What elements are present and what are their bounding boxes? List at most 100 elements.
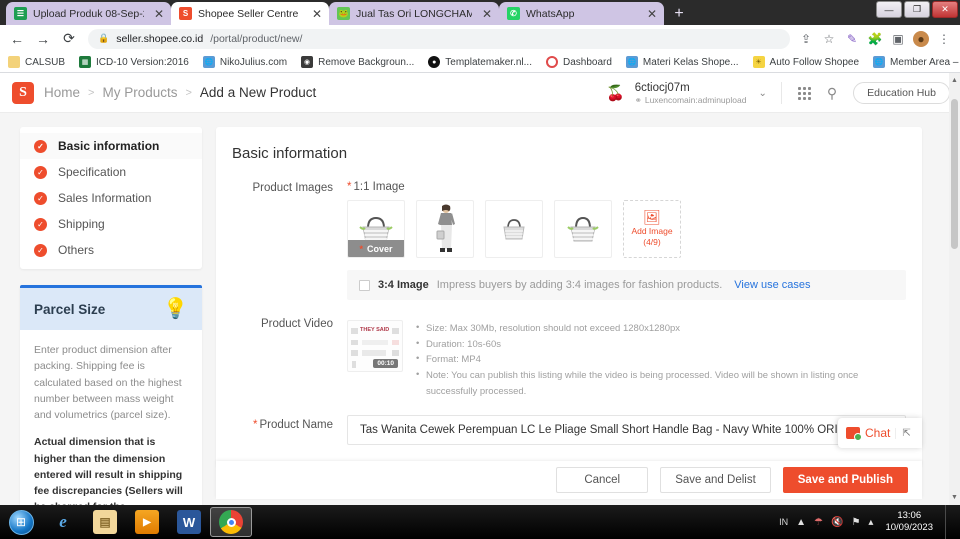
scrollbar-thumb[interactable] — [951, 99, 958, 249]
product-name-input[interactable]: Tas Wanita Cewek Perempuan LC Le Pliage … — [347, 415, 906, 446]
bookmark-icd10[interactable]: ▦ ICD-10 Version:2016 — [79, 56, 189, 68]
main-panel: Basic information Product Images * 1:1 Im… — [216, 127, 922, 467]
sidebar-item-label: Others — [58, 243, 95, 257]
product-name-label: * Product Name — [232, 415, 347, 445]
parcel-size-tip-card: Parcel Size 💡 Enter product dimension af… — [20, 285, 202, 505]
video-duration-badge: 00:10 — [373, 359, 398, 368]
chat-expand-icon[interactable]: ⇱ — [895, 427, 911, 439]
sidebar-item-label: Basic information — [58, 139, 160, 153]
browser-tab-longchamp[interactable]: 🐸 Jual Tas Ori LONGCHAM Le Pliag ✕ — [329, 2, 499, 25]
network-error-icon[interactable]: ⚑ — [851, 517, 860, 528]
view-use-cases-link[interactable]: View use cases — [734, 279, 810, 291]
browser-tab-sheets[interactable]: ☰ Upload Produk 08-Sep-2023.xlsx ✕ — [6, 2, 171, 25]
tab-close-icon[interactable]: ✕ — [150, 8, 164, 20]
taskbar-file-explorer[interactable]: ▤ — [84, 507, 126, 537]
back-icon[interactable]: ← — [6, 28, 28, 50]
media-player-icon: ▶ — [135, 510, 159, 534]
three-four-checkbox[interactable] — [359, 279, 370, 291]
maximize-button[interactable]: ❐ — [904, 1, 930, 18]
clock[interactable]: 13:06 10/09/2023 — [881, 510, 937, 534]
tray-chevron-icon[interactable]: ▲ — [796, 517, 806, 528]
breadcrumb-home[interactable]: Home — [44, 85, 80, 100]
header-divider — [780, 82, 782, 104]
add-image-count: (4/9) — [643, 237, 661, 247]
antivirus-icon[interactable]: ☂ — [814, 517, 823, 528]
reload-icon[interactable]: ⟳ — [58, 28, 80, 50]
sidebar-item-basic-information[interactable]: ✓ Basic information — [20, 133, 202, 159]
taskbar-chrome[interactable] — [210, 507, 252, 537]
url-path: /portal/product/new/ — [210, 32, 303, 45]
chevron-down-icon[interactable]: ⌄ — [746, 88, 780, 99]
bookmark-materi-kelas[interactable]: 🌐 Materi Kelas Shope... — [625, 56, 739, 68]
window-controls: — ❐ ✕ — [876, 1, 958, 18]
start-button[interactable]: ⊞ — [0, 507, 42, 537]
product-image-thumbnails: * Cover 🖼 Add Image (4/9) — [347, 200, 906, 258]
minimize-button[interactable]: — — [876, 1, 902, 18]
signal-icon[interactable]: ▴ — [868, 517, 873, 528]
page-scrollbar[interactable]: ▲ ▼ — [949, 73, 960, 505]
show-desktop-button[interactable] — [945, 505, 954, 539]
bell-icon[interactable]: ⚲ — [827, 85, 837, 102]
education-hub-button[interactable]: Education Hub — [853, 82, 950, 104]
forward-icon[interactable]: → — [32, 28, 54, 50]
apps-grid-icon[interactable] — [797, 86, 811, 100]
sidebar: ✓ Basic information ✓ Specification ✓ Sa… — [20, 127, 202, 505]
bookmark-nikojulius[interactable]: 🌐 NikoJulius.com — [202, 56, 287, 68]
new-tab-button[interactable]: + — [666, 3, 692, 25]
sidepanel-icon[interactable]: ▣ — [890, 31, 906, 47]
scroll-down-icon[interactable]: ▼ — [949, 491, 960, 504]
bookmark-star-icon[interactable]: ☆ — [821, 31, 837, 47]
shopee-logo-icon[interactable]: S — [12, 81, 34, 104]
cancel-button[interactable]: Cancel — [556, 467, 649, 493]
breadcrumb: Home > My Products > Add a New Product — [44, 85, 316, 100]
bookmark-auto-follow[interactable]: ☀ Auto Follow Shopee — [752, 56, 859, 68]
browser-tab-shopee[interactable]: S Shopee Seller Centre ✕ — [171, 2, 329, 25]
breadcrumb-my-products[interactable]: My Products — [102, 85, 177, 100]
save-and-publish-button[interactable]: Save and Publish — [782, 467, 908, 493]
add-image-button[interactable]: 🖼 Add Image (4/9) — [623, 200, 681, 258]
pen-extension-icon[interactable]: ✎ — [844, 31, 860, 47]
chat-widget[interactable]: Chat ⇱ — [838, 418, 922, 448]
bag-cover-thumbnail[interactable]: * Cover — [347, 200, 405, 258]
sidebar-item-others[interactable]: ✓ Others — [20, 237, 202, 263]
check-icon: ✓ — [34, 165, 47, 179]
bookmark-calsub[interactable]: CALSUB — [8, 56, 65, 68]
product-video-thumbnail[interactable]: THEY SAID 00:10 — [347, 320, 403, 372]
file-explorer-icon: ▤ — [93, 510, 117, 534]
account-menu[interactable]: 🍒 6ctiocj07m ⚭ Luxencomain:adminupload — [604, 81, 746, 106]
tab-close-icon[interactable]: ✕ — [478, 8, 492, 20]
share-icon[interactable]: ⇪ — [798, 31, 814, 47]
volume-muted-icon[interactable]: 🔇 — [831, 517, 843, 528]
bag-angle-thumbnail[interactable] — [554, 200, 612, 258]
language-indicator[interactable]: IN — [779, 517, 788, 527]
save-and-delist-button[interactable]: Save and Delist — [660, 467, 771, 493]
video-note: Note: You can publish this listing while… — [415, 367, 906, 399]
three-four-image-banner: 3:4 Image Impress buyers by adding 3:4 i… — [347, 270, 906, 300]
bookmark-remove-background[interactable]: ◉ Remove Backgroun... — [301, 56, 414, 68]
three-four-title: 3:4 Image — [378, 279, 429, 291]
bookmark-member-area[interactable]: 🌐 Member Area – Me... — [873, 56, 960, 68]
tip-body: Enter product dimension after packing. S… — [20, 330, 202, 505]
address-bar[interactable]: 🔒 seller.shopee.co.id/portal/product/new… — [88, 28, 790, 49]
sidebar-item-shipping[interactable]: ✓ Shipping — [20, 211, 202, 237]
windows-taskbar: ⊞ e ▤ ▶ W IN ▲ ☂ 🔇 ⚑ ▴ 13:06 10/09/2023 — [0, 505, 960, 539]
scroll-up-icon[interactable]: ▲ — [949, 74, 960, 87]
tab-close-icon[interactable]: ✕ — [308, 8, 322, 20]
taskbar-media-player[interactable]: ▶ — [126, 507, 168, 537]
taskbar-internet-explorer[interactable]: e — [42, 507, 84, 537]
bookmark-dashboard[interactable]: Dashboard — [546, 56, 612, 68]
three-four-description: Impress buyers by adding 3:4 images for … — [436, 279, 723, 291]
sidebar-item-sales-information[interactable]: ✓ Sales Information — [20, 185, 202, 211]
bag-front-thumbnail[interactable] — [485, 200, 543, 258]
taskbar-word[interactable]: W — [168, 507, 210, 537]
close-window-button[interactable]: ✕ — [932, 1, 958, 18]
bookmark-templatemaker[interactable]: ● Templatemaker.nl... — [428, 56, 532, 68]
tab-close-icon[interactable]: ✕ — [643, 8, 657, 20]
profile-avatar-icon[interactable]: ● — [913, 30, 929, 47]
model-with-bag-thumbnail[interactable] — [416, 200, 474, 258]
puzzle-extension-icon[interactable]: 🧩 — [867, 31, 883, 47]
sidebar-item-specification[interactable]: ✓ Specification — [20, 159, 202, 185]
menu-kebab-icon[interactable]: ⋮ — [936, 31, 952, 47]
browser-tab-whatsapp[interactable]: ✆ WhatsApp ✕ — [499, 2, 664, 25]
tip-title: Parcel Size — [34, 301, 106, 317]
